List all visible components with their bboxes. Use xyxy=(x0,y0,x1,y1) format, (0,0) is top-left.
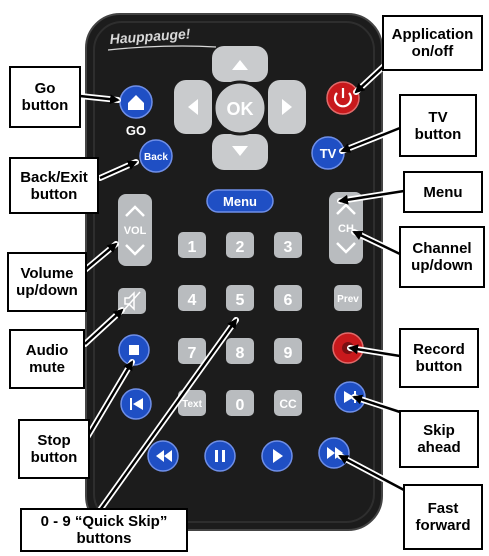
key-8-label: 8 xyxy=(236,345,245,362)
callout-record-button: Record button xyxy=(399,328,479,388)
key-4-label: 4 xyxy=(188,292,197,309)
text-label: Text xyxy=(182,399,202,410)
ok-label: OK xyxy=(227,99,254,119)
key-1-label: 1 xyxy=(188,239,197,256)
menu-label: Menu xyxy=(223,194,257,209)
callout-stop-button: Stop button xyxy=(18,419,90,479)
callout-audio-mute: Audio mute xyxy=(9,329,85,389)
callout-skip-ahead: Skip ahead xyxy=(399,410,479,468)
ch-label: CH xyxy=(338,223,354,235)
callout-go-button: Go button xyxy=(9,66,81,128)
key-3-label: 3 xyxy=(284,239,293,256)
callout-quick-skip: 0 - 9 “Quick Skip” buttons xyxy=(20,508,188,552)
callout-channel: Channel up/down xyxy=(399,226,485,288)
key-5-label: 5 xyxy=(236,292,245,309)
callout-back-exit-button: Back/Exit button xyxy=(9,157,99,214)
key-2-label: 2 xyxy=(236,239,245,256)
record-icon xyxy=(342,342,354,354)
key-6-label: 6 xyxy=(284,292,293,309)
vol-label: VOL xyxy=(124,225,147,237)
key-7-label: 7 xyxy=(188,345,197,362)
key-0-label: 0 xyxy=(236,397,245,414)
tv-label: TV xyxy=(320,146,337,161)
key-9-label: 9 xyxy=(284,345,293,362)
callout-tv-button: TV button xyxy=(399,94,477,157)
callout-menu: Menu xyxy=(403,171,483,213)
stop-icon xyxy=(129,345,139,355)
callout-fast-forward: Fast forward xyxy=(403,484,483,550)
prev-label: Prev xyxy=(337,294,359,305)
callout-volume: Volume up/down xyxy=(7,252,87,312)
cc-label: CC xyxy=(279,397,297,411)
pause-button[interactable] xyxy=(204,440,236,472)
remote-control: Hauppauge! OK GO Back TV Menu VOL CH 1 2… xyxy=(85,13,383,531)
back-label: Back xyxy=(144,152,168,163)
callout-application-onoff: Application on/off xyxy=(382,15,483,71)
go-label: GO xyxy=(126,123,146,138)
